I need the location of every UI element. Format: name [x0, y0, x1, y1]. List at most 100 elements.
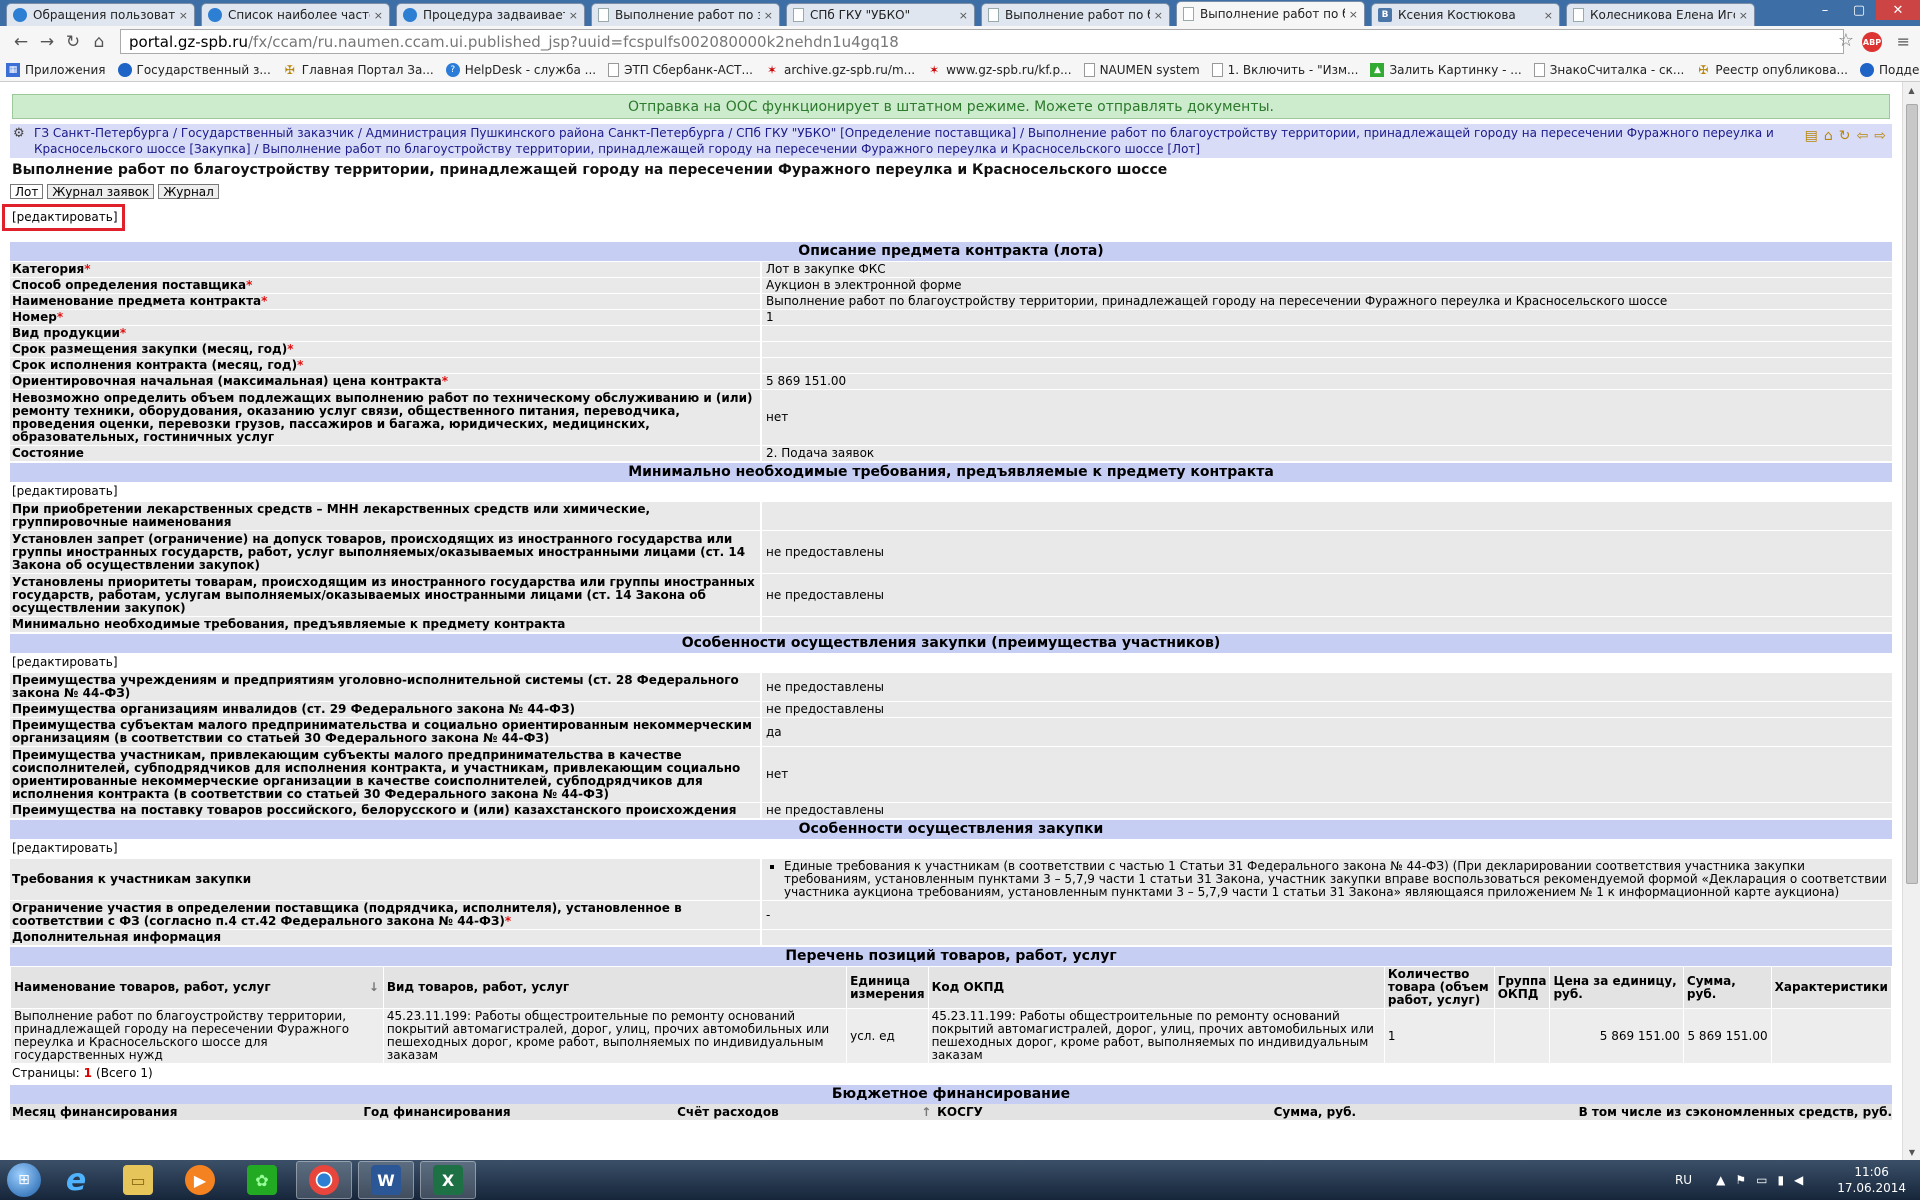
- scroll-thumb[interactable]: [1906, 104, 1918, 884]
- forward-icon[interactable]: →: [34, 29, 60, 55]
- taskbar-app[interactable]: ▭: [110, 1161, 166, 1199]
- adblock-icon[interactable]: ABP: [1862, 32, 1882, 52]
- folder-icon[interactable]: ▤: [1805, 128, 1818, 144]
- browser-tab[interactable]: СПб ГКУ "УБКО" ×: [786, 3, 975, 26]
- edit-link[interactable]: [редактировать]: [10, 653, 1892, 672]
- close-tab-icon[interactable]: ×: [569, 9, 578, 22]
- tab-lot[interactable]: Лот: [10, 184, 44, 199]
- column-header[interactable]: Сумма, руб.: [1682, 966, 1772, 1009]
- close-tab-icon[interactable]: ×: [1739, 9, 1748, 22]
- column-header[interactable]: Цена за единицу, руб.: [1549, 966, 1684, 1009]
- taskbar-app[interactable]: ✿: [234, 1161, 290, 1199]
- browser-tab[interactable]: Список наиболее часто ×: [201, 3, 390, 26]
- address-bar[interactable]: portal.gz-spb.ru/fx/ccam/ru.naumen.ccam.…: [120, 29, 1844, 54]
- column-header[interactable]: КОСГУ: [935, 1104, 1046, 1120]
- taskbar-app[interactable]: e: [48, 1161, 104, 1199]
- show-hidden-icons-icon[interactable]: ▲: [1716, 1173, 1725, 1187]
- bookmark-item[interactable]: ✠ Реестр опубликова...: [1696, 63, 1848, 77]
- bookmark-item[interactable]: 1. Включить - "Изм...: [1211, 62, 1358, 77]
- field-row: Преимущества субъектам малого предприним…: [10, 717, 1892, 746]
- back-icon[interactable]: ←: [8, 29, 34, 55]
- close-window-icon[interactable]: ✕: [1876, 0, 1920, 20]
- bookmark-item[interactable]: ✶ archive.gz-spb.ru/m...: [765, 63, 915, 77]
- menu-icon[interactable]: ≡: [1897, 32, 1910, 51]
- network-icon[interactable]: ▮: [1777, 1173, 1784, 1187]
- clock[interactable]: 11:06 17.06.2014: [1837, 1164, 1906, 1196]
- home-nav-icon[interactable]: ⌂: [1824, 128, 1833, 144]
- bookmark-item[interactable]: NAUMEN system: [1083, 62, 1200, 77]
- column-header[interactable]: Год финансирования: [361, 1104, 675, 1120]
- bookmark-item[interactable]: Поддержка проект...: [1860, 62, 1920, 77]
- field-label-text: Наименование предмета контракта*: [12, 294, 268, 308]
- bookmark-item[interactable]: ▦ Приложения: [6, 62, 106, 77]
- bookmark-item[interactable]: Государственный з...: [117, 62, 271, 77]
- breadcrumb-text[interactable]: ГЗ Санкт-Петербурга / Государственный за…: [34, 126, 1774, 156]
- arrow-right-icon[interactable]: ⇨: [1874, 128, 1886, 144]
- bookmark-item[interactable]: ✶ www.gz-spb.ru/kf.p...: [927, 63, 1072, 77]
- requirement-item: Единые требования к участникам (в соотве…: [784, 860, 1888, 899]
- close-tab-icon[interactable]: ×: [179, 9, 188, 22]
- bookmark-label: Главная Портал За...: [301, 62, 434, 77]
- column-header[interactable]: Вид товаров, работ, услуг: [382, 966, 848, 1009]
- page-1-link[interactable]: 1: [84, 1066, 92, 1080]
- table-row[interactable]: Выполнение работ по благоустройству терр…: [10, 1008, 1893, 1064]
- column-header[interactable]: Месяц финансирования: [10, 1104, 361, 1120]
- edit-link[interactable]: [редактировать]: [10, 482, 1892, 501]
- tree-icon[interactable]: ⚙: [13, 126, 25, 142]
- monitor-icon[interactable]: ▭: [1756, 1173, 1767, 1187]
- browser-tab[interactable]: Обращения пользовател ×: [6, 3, 195, 26]
- vertical-scrollbar[interactable]: ▲ ▼: [1902, 82, 1920, 1160]
- vk-icon: B: [1378, 8, 1392, 22]
- bookmark-star-icon[interactable]: ☆: [1838, 30, 1854, 51]
- column-header[interactable]: Наименование товаров, работ, услуг ↓: [10, 966, 384, 1009]
- taskbar-app[interactable]: ▶: [172, 1161, 228, 1199]
- taskbar-app[interactable]: W: [358, 1161, 414, 1199]
- bookmark-item[interactable]: ▲ Залить Картинку - ...: [1370, 62, 1522, 77]
- close-tab-icon[interactable]: ×: [1544, 9, 1553, 22]
- bookmark-item[interactable]: ЭТП Сбербанк-АСТ...: [608, 62, 753, 77]
- column-header[interactable]: Сумма, руб.: [1046, 1104, 1356, 1120]
- column-header[interactable]: Единица измерения: [846, 966, 929, 1009]
- close-tab-icon[interactable]: ×: [764, 9, 773, 22]
- arrow-left-icon[interactable]: ⇦: [1857, 128, 1869, 144]
- taskbar-app[interactable]: ◉: [296, 1161, 352, 1199]
- column-header[interactable]: Код ОКПД: [927, 966, 1385, 1009]
- scroll-up-icon[interactable]: ▲: [1903, 82, 1920, 98]
- bookmark-item[interactable]: ✠ Главная Портал За...: [283, 63, 434, 77]
- close-tab-icon[interactable]: ×: [959, 9, 968, 22]
- language-indicator[interactable]: RU: [1675, 1173, 1692, 1187]
- browser-tab[interactable]: Выполнение работ по бл ×: [1176, 1, 1365, 26]
- flag-icon[interactable]: ⚑: [1735, 1173, 1746, 1187]
- sort-up-icon[interactable]: ↑: [921, 1104, 935, 1120]
- bookmark-item[interactable]: ? HelpDesk - служба ...: [445, 62, 596, 77]
- close-tab-icon[interactable]: ×: [1154, 9, 1163, 22]
- volume-icon[interactable]: ◀: [1794, 1173, 1803, 1187]
- taskbar-app[interactable]: X: [420, 1161, 476, 1199]
- bookmark-item[interactable]: ЗнакоСчиталка - ск...: [1533, 62, 1684, 77]
- browser-tab[interactable]: Колесникова Елена Игор ×: [1566, 3, 1755, 26]
- edit-link[interactable]: [редактировать]: [12, 210, 118, 224]
- browser-tab[interactable]: Выполнение работ по бл ×: [981, 3, 1170, 26]
- home-icon[interactable]: ⌂: [86, 29, 112, 55]
- column-header[interactable]: Количество товара (объем работ, услуг): [1383, 966, 1495, 1009]
- bookmark-label: Поддержка проект...: [1879, 62, 1920, 77]
- column-header[interactable]: Счёт расходов: [675, 1104, 921, 1120]
- sort-down-icon[interactable]: ↓: [369, 981, 379, 994]
- reload-icon[interactable]: ↻: [60, 29, 86, 55]
- browser-tab[interactable]: Выполнение работ по за ×: [591, 3, 780, 26]
- maximize-icon[interactable]: ▢: [1842, 0, 1876, 20]
- start-button[interactable]: ⊞: [0, 1160, 48, 1200]
- minimize-icon[interactable]: –: [1808, 0, 1842, 20]
- scroll-down-icon[interactable]: ▼: [1903, 1144, 1920, 1160]
- tab-applications-log[interactable]: Журнал заявок: [47, 184, 155, 199]
- column-header[interactable]: В том числе из сэкономленных средств, ру…: [1356, 1104, 1892, 1120]
- browser-tab[interactable]: B Ксения Костюкова ×: [1371, 3, 1560, 26]
- column-header[interactable]: Группа ОКПД: [1493, 966, 1551, 1009]
- refresh-icon[interactable]: ↻: [1839, 128, 1851, 144]
- column-header[interactable]: Характеристики: [1770, 966, 1893, 1009]
- tab-log[interactable]: Журнал: [158, 184, 219, 199]
- browser-tab[interactable]: Процедура задваивается ×: [396, 3, 585, 26]
- close-tab-icon[interactable]: ×: [374, 9, 383, 22]
- edit-link[interactable]: [редактировать]: [10, 839, 1892, 858]
- close-tab-icon[interactable]: ×: [1349, 8, 1358, 21]
